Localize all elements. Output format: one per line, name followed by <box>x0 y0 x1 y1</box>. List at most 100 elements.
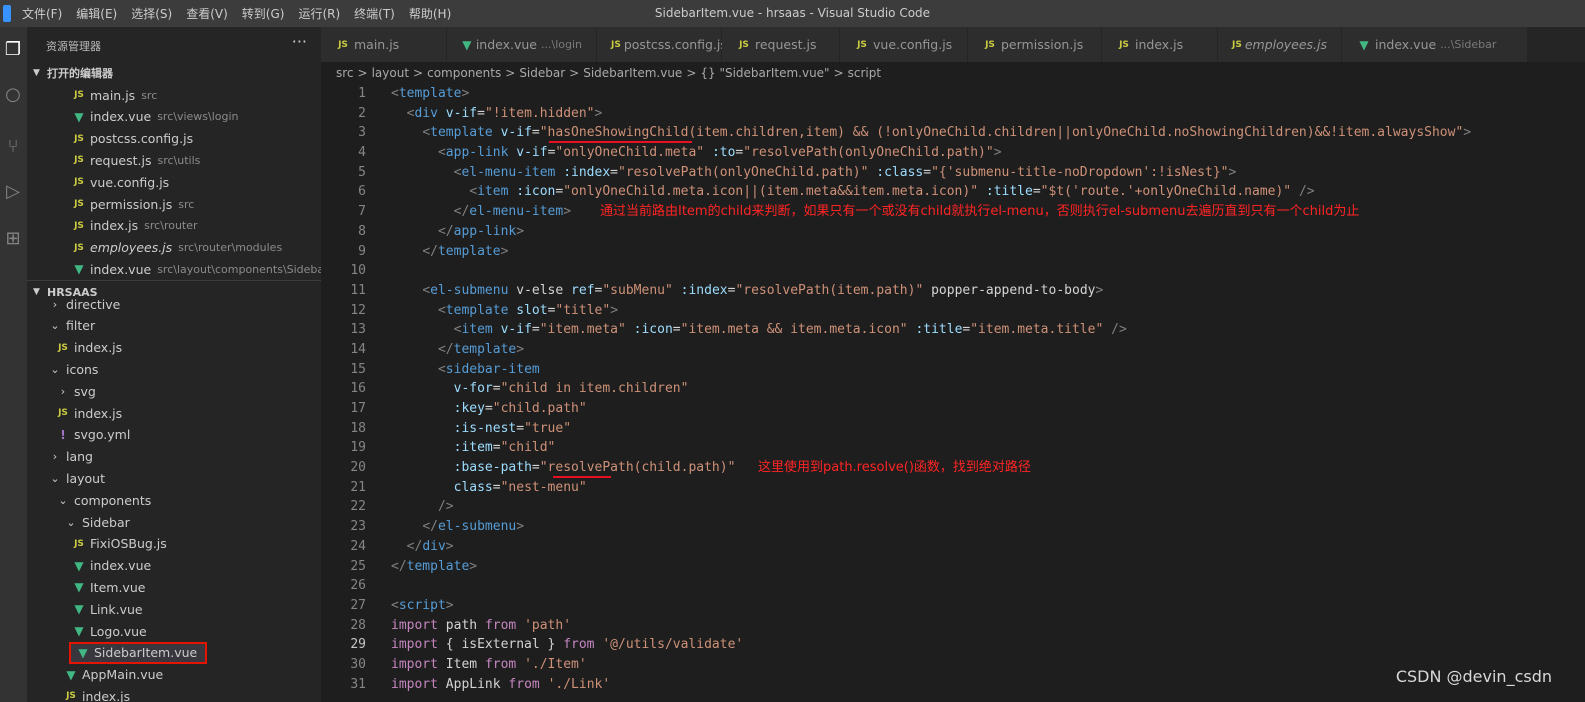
breadcrumb-separator: > <box>569 66 580 80</box>
run-debug-icon[interactable]: ▷ <box>2 180 24 202</box>
tree-folder[interactable]: › lang <box>27 446 321 468</box>
menu-view[interactable]: 查看(V) <box>186 5 228 22</box>
code-line: <app-link v-if="onlyOneChild.meta" :to="… <box>437 145 1002 161</box>
line-number: 18 <box>350 420 366 436</box>
tree-folder[interactable]: ⌄ layout <box>27 467 321 489</box>
breadcrumb-item[interactable]: layout <box>372 66 409 80</box>
open-editor-item[interactable]: JS request.js src\utils <box>27 149 321 171</box>
code-line: v-for="child in item.children" <box>453 381 689 397</box>
breadcrumb-item[interactable]: src <box>336 66 354 80</box>
open-editor-item[interactable]: ▼ index.vue src\views\login <box>27 106 321 128</box>
breadcrumb-item[interactable]: script <box>848 66 881 80</box>
line-number: 21 <box>350 479 366 495</box>
line-number: 15 <box>350 361 366 377</box>
tab-label: index.vue <box>475 37 537 52</box>
editor-tab[interactable]: ▼ index.vue ...\login <box>447 27 597 62</box>
tree-item-name: svg <box>74 383 96 399</box>
open-editor-name: postcss.config.js <box>90 131 194 147</box>
code-area[interactable]: <template> <div v-if="!item.hidden"> <te… <box>391 84 1581 694</box>
editor-tab[interactable]: JS vue.config.js <box>840 27 968 62</box>
breadcrumb-item[interactable]: components <box>427 66 501 80</box>
tree-item-name: filter <box>66 318 96 334</box>
breadcrumb-item[interactable]: SidebarItem.vue <box>583 66 682 80</box>
open-editor-item[interactable]: JS employees.js src\router\modules <box>27 237 321 259</box>
chevron-down-icon: ⌄ <box>66 515 76 529</box>
tree-file[interactable]: ▼ Link.vue <box>27 598 321 620</box>
tree-folder[interactable]: ⌄ components <box>27 489 321 511</box>
open-editor-item[interactable]: JS permission.js src <box>27 193 321 215</box>
line-number: 3 <box>358 125 366 141</box>
editor-tab[interactable]: JS employees.js <box>1218 27 1342 62</box>
code-line: </div> <box>406 538 454 554</box>
editor-tab[interactable]: JS request.js <box>722 27 840 62</box>
editor-tab[interactable]: JS index.js <box>1102 27 1218 62</box>
open-editor-item[interactable]: JS postcss.config.js <box>27 128 321 150</box>
js-file-icon: JS <box>74 133 84 144</box>
breadcrumb: src > layout > components > Sidebar > SidebarIte… <box>321 62 1585 84</box>
open-editors-header[interactable]: ▼ 打开的编辑器 <box>27 62 321 84</box>
js-file-icon: JS <box>74 538 84 549</box>
menu-file[interactable]: 文件(F) <box>22 5 62 22</box>
editor-tab[interactable]: JS postcss.config.js <box>597 27 727 62</box>
tree-folder[interactable]: › directive <box>27 293 321 315</box>
js-file-icon: JS <box>74 177 84 188</box>
open-editor-item[interactable]: JS main.js src <box>27 84 321 106</box>
tree-file[interactable]: ▼ Logo.vue <box>27 620 321 642</box>
editor-tab[interactable]: JS permission.js <box>968 27 1102 62</box>
menu-selection[interactable]: 选择(S) <box>131 5 172 22</box>
line-number: 14 <box>350 341 366 357</box>
line-number: 6 <box>358 184 366 200</box>
tab-label: index.vue <box>1375 37 1437 52</box>
tree-folder[interactable]: ⌄ filter <box>27 315 321 337</box>
tree-file[interactable]: JS index.js <box>27 337 321 359</box>
line-number: 9 <box>358 243 366 259</box>
menu-help[interactable]: 帮助(H) <box>409 5 451 22</box>
breadcrumb-item[interactable]: {} "SidebarItem.vue" <box>700 66 829 80</box>
tree-file[interactable]: JS index.js <box>27 402 321 424</box>
open-editor-item[interactable]: ▼ index.vue src\layout\components\Sidebar <box>27 258 321 280</box>
menu-go[interactable]: 转到(G) <box>242 5 285 22</box>
editor-tab[interactable]: JS main.js <box>321 27 447 62</box>
breadcrumb-separator: > <box>686 66 697 80</box>
tree-folder[interactable]: ⌄ Sidebar <box>27 511 321 533</box>
open-editor-name: main.js <box>90 87 136 103</box>
menu-edit[interactable]: 编辑(E) <box>76 5 117 22</box>
open-editor-item[interactable]: JS index.js src\router <box>27 215 321 237</box>
tab-label: index.js <box>1135 37 1184 52</box>
open-editor-name: index.vue <box>90 109 152 125</box>
watermark: CSDN @devin_csdn <box>1395 667 1552 686</box>
tab-path: ...\Sidebar <box>1440 38 1497 51</box>
tree-file[interactable]: ▼ SidebarItem.vue <box>69 641 207 664</box>
tree-file[interactable]: ▼ Item.vue <box>27 576 321 598</box>
more-actions-icon[interactable]: ··· <box>292 32 307 51</box>
menu-run[interactable]: 运行(R) <box>298 5 340 22</box>
open-editor-path: src\router <box>144 219 198 233</box>
tab-path: ...\login <box>541 38 582 51</box>
open-editor-item[interactable]: JS vue.config.js <box>27 171 321 193</box>
tree-file[interactable]: ▼ AppMain.vue <box>27 664 321 686</box>
menu-terminal[interactable]: 终端(T) <box>354 5 395 22</box>
line-number: 22 <box>350 499 366 515</box>
breadcrumb-item[interactable]: Sidebar <box>519 66 565 80</box>
files-icon[interactable]: ❐ <box>2 38 24 60</box>
code-editor[interactable]: 1 2 3 4 5 6 7 8 9 10 11 12 13 14 15 16 17 18 19 20 21 22 23 24 2… <box>321 84 1585 702</box>
code-line: class="nest-menu" <box>453 479 587 495</box>
annotation-underline <box>553 476 611 478</box>
tree-folder[interactable]: ⌄ icons <box>27 358 321 380</box>
line-number: 1 <box>358 86 366 101</box>
tree-item-name: SidebarItem.vue <box>94 645 198 661</box>
tree-file[interactable]: ! svgo.yml <box>27 424 321 446</box>
line-number: 12 <box>350 302 366 318</box>
tree-file[interactable]: ▼ index.vue <box>27 555 321 577</box>
source-control-icon[interactable]: ⑂ <box>2 135 24 157</box>
annotation-underline <box>549 141 692 143</box>
editor-tab[interactable]: ▼ index.vue ...\Sidebar <box>1342 27 1528 62</box>
extensions-icon[interactable]: ⊞ <box>2 227 24 249</box>
tree-file[interactable]: JS index.js <box>27 685 321 702</box>
line-number: 10 <box>350 263 366 279</box>
tree-folder[interactable]: › svg <box>27 380 321 402</box>
tree-file[interactable]: JS FixiOSBug.js <box>27 533 321 555</box>
code-line: <script> <box>391 597 454 613</box>
search-icon[interactable]: ○ <box>2 83 24 105</box>
